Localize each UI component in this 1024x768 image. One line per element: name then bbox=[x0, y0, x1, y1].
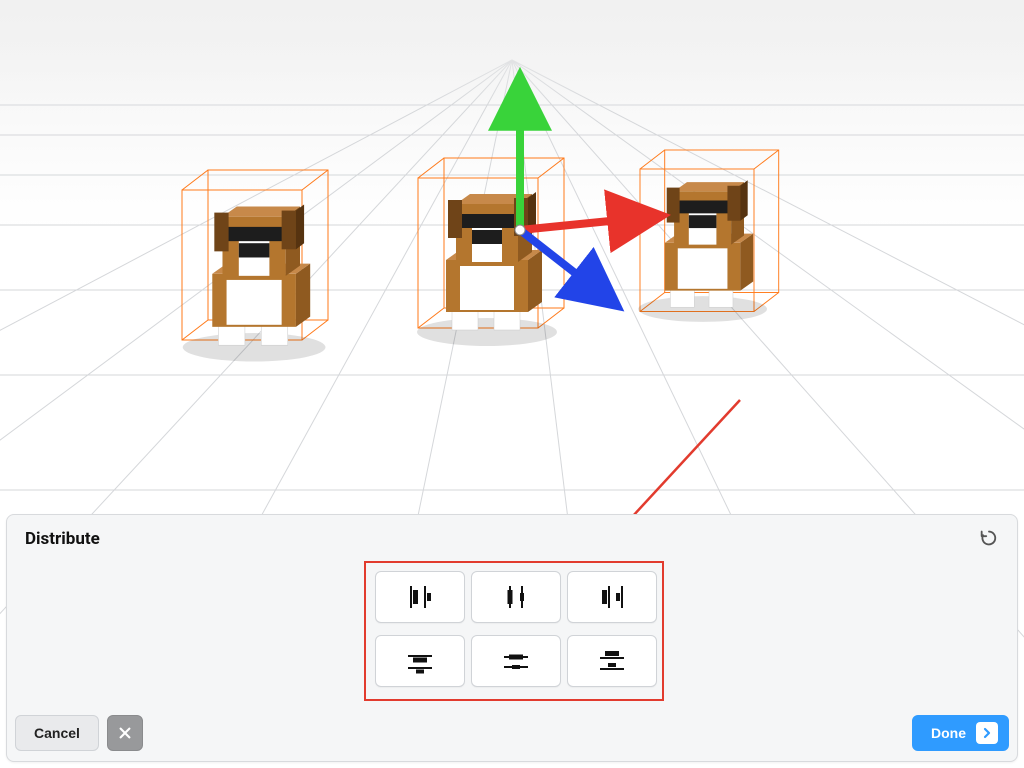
done-label: Done bbox=[931, 725, 966, 741]
distribute-horizontal-right-icon bbox=[595, 583, 629, 611]
distribute-horizontal-left-icon bbox=[403, 583, 437, 611]
voxel-dog[interactable] bbox=[638, 180, 767, 322]
distribute-horizontal-right[interactable] bbox=[567, 571, 657, 623]
panel-title: Distribute bbox=[25, 529, 999, 549]
close-button[interactable] bbox=[107, 715, 143, 751]
distribute-vertical-center[interactable] bbox=[471, 635, 561, 687]
distribute-vertical-bottom-icon bbox=[595, 647, 629, 675]
panel-footer: Cancel Done bbox=[7, 705, 1017, 761]
distribute-horizontal-center[interactable] bbox=[471, 571, 561, 623]
undo-button[interactable] bbox=[975, 525, 1003, 553]
distribute-horizontal-center-icon bbox=[499, 583, 533, 611]
distribute-vertical-bottom[interactable] bbox=[567, 635, 657, 687]
done-button[interactable]: Done bbox=[912, 715, 1009, 751]
cancel-button[interactable]: Cancel bbox=[15, 715, 99, 751]
voxel-dog[interactable] bbox=[183, 204, 326, 361]
viewport-3d[interactable]: Distribute bbox=[0, 0, 1024, 768]
chevron-right-icon bbox=[976, 722, 998, 744]
annotation-arrow bbox=[620, 400, 740, 530]
distribute-button-grid bbox=[375, 571, 657, 687]
distribute-vertical-top[interactable] bbox=[375, 635, 465, 687]
close-icon bbox=[118, 726, 132, 740]
voxel-dog[interactable] bbox=[417, 192, 557, 346]
distribute-vertical-center-icon bbox=[499, 647, 533, 675]
distribute-horizontal-left[interactable] bbox=[375, 571, 465, 623]
distribute-vertical-top-icon bbox=[403, 647, 437, 675]
distribute-panel: Distribute bbox=[6, 514, 1018, 762]
undo-icon bbox=[978, 527, 1000, 549]
